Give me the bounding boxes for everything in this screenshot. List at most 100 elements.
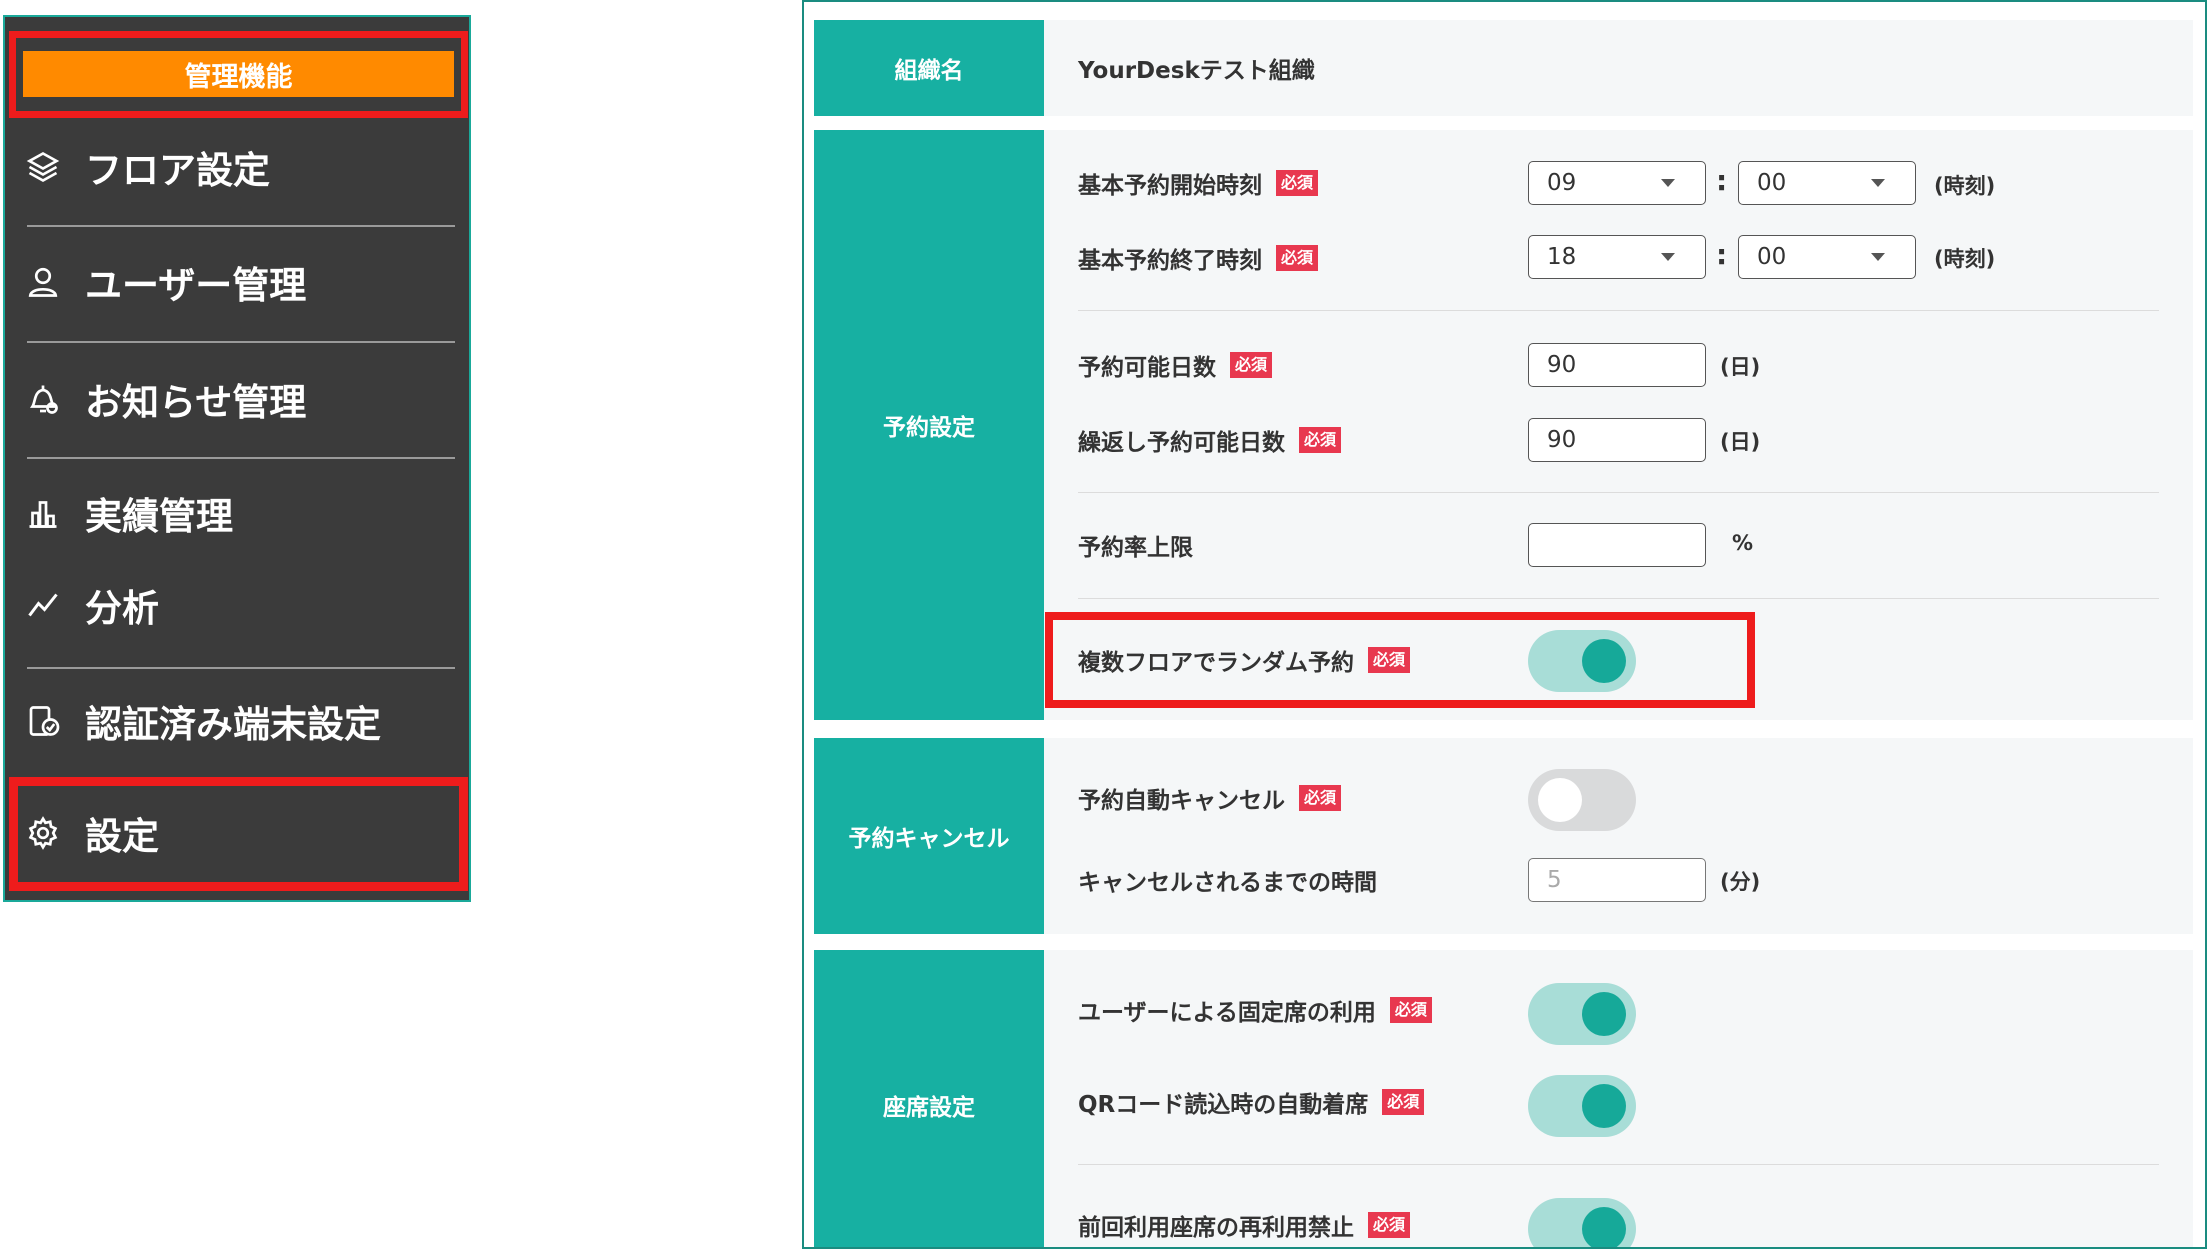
- repeat-days-text: 繰返し予約可能日数: [1078, 430, 1285, 456]
- start-minute-value: 00: [1757, 170, 1787, 196]
- cancel-time-input[interactable]: 5: [1528, 858, 1706, 902]
- reuse-ban-text: 前回利用座席の再利用禁止: [1078, 1215, 1354, 1241]
- start-time-text: 基本予約開始時刻: [1078, 173, 1262, 199]
- auto-cancel-text: 予約自動キャンセル: [1078, 788, 1285, 814]
- day-unit: (日): [1720, 430, 1761, 454]
- divider: [27, 667, 455, 669]
- required-badge: 必須: [1230, 352, 1273, 378]
- repeat-days-label: 繰返し予約可能日数 必須: [1078, 420, 1342, 460]
- reuse-ban-label: 前回利用座席の再利用禁止 必須: [1078, 1205, 1411, 1245]
- device-check-icon: [21, 699, 65, 743]
- divider: [1078, 310, 2159, 311]
- toggle-knob: [1582, 992, 1626, 1036]
- sidebar-item-label: ユーザー管理: [85, 264, 307, 307]
- rate-limit-input[interactable]: [1528, 523, 1706, 567]
- auto-cancel-label: 予約自動キャンセル 必須: [1078, 778, 1342, 818]
- chevron-down-icon: [1871, 253, 1885, 261]
- rate-limit-label: 予約率上限: [1078, 525, 1193, 565]
- cancel-time-text: キャンセルされるまでの時間: [1078, 870, 1377, 896]
- chevron-down-icon: [1871, 179, 1885, 187]
- repeat-days-input[interactable]: 90: [1528, 418, 1706, 462]
- settings-panel: 組織名 YourDeskテスト組織 予約設定 基本予約開始時刻 必須 09 : …: [802, 0, 2207, 1249]
- required-badge: 必須: [1299, 427, 1342, 453]
- end-hour-select[interactable]: 18: [1528, 235, 1706, 279]
- divider: [27, 457, 455, 459]
- gear-icon: [21, 811, 65, 855]
- divider: [27, 341, 455, 343]
- cancel-section: 予約キャンセル 予約自動キャンセル 必須 キャンセルされるまでの時間 5 (分): [814, 738, 2193, 934]
- end-minute-select[interactable]: 00: [1738, 235, 1916, 279]
- line-chart-icon: [21, 583, 65, 627]
- admin-functions-header: 管理機能: [23, 51, 454, 97]
- required-badge: 必須: [1276, 245, 1319, 271]
- start-time-label: 基本予約開始時刻 必須: [1078, 163, 1319, 203]
- org-head: 組織名: [814, 20, 1044, 116]
- seat-section: 座席設定 ユーザーによる固定席の利用 必須 QRコード読込時の自動着席 必須 前…: [814, 950, 2193, 1247]
- time-unit: (時刻): [1934, 247, 1996, 271]
- divider: [1078, 1164, 2159, 1165]
- reuse-ban-toggle[interactable]: [1528, 1198, 1636, 1247]
- qr-auto-seat-text: QRコード読込時の自動着席: [1078, 1092, 1369, 1118]
- org-name-value: YourDeskテスト組織: [1078, 58, 1315, 84]
- time-unit: (時刻): [1934, 174, 1996, 198]
- divider: [27, 225, 455, 227]
- admin-sidebar: 管理機能 フロア設定 ユーザー管理 お知らせ管理 実績管理 分析 認証済み端末設…: [3, 15, 471, 902]
- days-text: 予約可能日数: [1078, 355, 1216, 381]
- chevron-down-icon: [1661, 179, 1675, 187]
- start-hour-select[interactable]: 09: [1528, 161, 1706, 205]
- toggle-knob: [1538, 778, 1582, 822]
- fixed-seat-toggle[interactable]: [1528, 983, 1636, 1045]
- bar-chart-icon: [21, 491, 65, 535]
- sidebar-item-label: 認証済み端末設定: [85, 703, 381, 746]
- sidebar-item-authenticated-devices[interactable]: 認証済み端末設定: [21, 681, 451, 761]
- sidebar-item-label: 実績管理: [85, 495, 233, 538]
- sidebar-item-label: 設定: [85, 815, 159, 858]
- cancel-time-label: キャンセルされるまでの時間: [1078, 860, 1377, 900]
- required-badge: 必須: [1389, 997, 1432, 1023]
- seat-head: 座席設定: [814, 950, 1044, 1247]
- fixed-seat-text: ユーザーによる固定席の利用: [1078, 1000, 1376, 1026]
- sidebar-item-label: お知らせ管理: [85, 381, 307, 424]
- toggle-knob: [1582, 1207, 1626, 1247]
- toggle-knob: [1582, 1084, 1626, 1128]
- start-minute-select[interactable]: 00: [1738, 161, 1916, 205]
- start-hour-value: 09: [1547, 170, 1577, 196]
- percent-unit: %: [1732, 531, 1754, 555]
- days-input[interactable]: 90: [1528, 343, 1706, 387]
- minute-unit: (分): [1720, 870, 1761, 894]
- user-icon: [21, 260, 65, 304]
- auto-cancel-toggle[interactable]: [1528, 769, 1636, 831]
- divider: [1078, 598, 2159, 599]
- rate-limit-text: 予約率上限: [1078, 535, 1193, 561]
- fixed-seat-label: ユーザーによる固定席の利用 必須: [1078, 990, 1432, 1030]
- reservation-head: 予約設定: [814, 130, 1044, 720]
- end-hour-value: 18: [1547, 244, 1577, 270]
- chevron-down-icon: [1661, 253, 1675, 261]
- end-time-label: 基本予約終了時刻 必須: [1078, 238, 1319, 278]
- sidebar-item-analysis[interactable]: 分析: [21, 565, 451, 645]
- admin-header-highlight: 管理機能: [9, 31, 468, 118]
- end-time-text: 基本予約終了時刻: [1078, 248, 1262, 274]
- sidebar-item-notice-management[interactable]: お知らせ管理: [21, 359, 451, 439]
- sidebar-item-label: フロア設定: [85, 149, 270, 192]
- required-badge: 必須: [1276, 170, 1319, 196]
- required-badge: 必須: [1299, 785, 1342, 811]
- sidebar-item-settings[interactable]: 設定: [21, 793, 451, 873]
- time-colon: :: [1716, 238, 1728, 271]
- sidebar-item-label: 分析: [85, 587, 159, 630]
- sidebar-item-user-management[interactable]: ユーザー管理: [21, 242, 451, 322]
- cancel-head: 予約キャンセル: [814, 738, 1044, 934]
- sidebar-item-results-management[interactable]: 実績管理: [21, 473, 451, 553]
- layers-icon: [21, 145, 65, 189]
- divider: [1078, 492, 2159, 493]
- sidebar-item-floor-settings[interactable]: フロア設定: [21, 127, 451, 207]
- bell-icon: [21, 377, 65, 421]
- required-badge: 必須: [1368, 1212, 1411, 1238]
- qr-auto-seat-toggle[interactable]: [1528, 1075, 1636, 1137]
- day-unit: (日): [1720, 355, 1761, 379]
- days-label: 予約可能日数 必須: [1078, 345, 1273, 385]
- random-reserve-highlight: [1045, 612, 1755, 708]
- end-minute-value: 00: [1757, 244, 1787, 270]
- qr-auto-seat-label: QRコード読込時の自動着席 必須: [1078, 1082, 1425, 1122]
- org-section: 組織名 YourDeskテスト組織: [814, 20, 2193, 116]
